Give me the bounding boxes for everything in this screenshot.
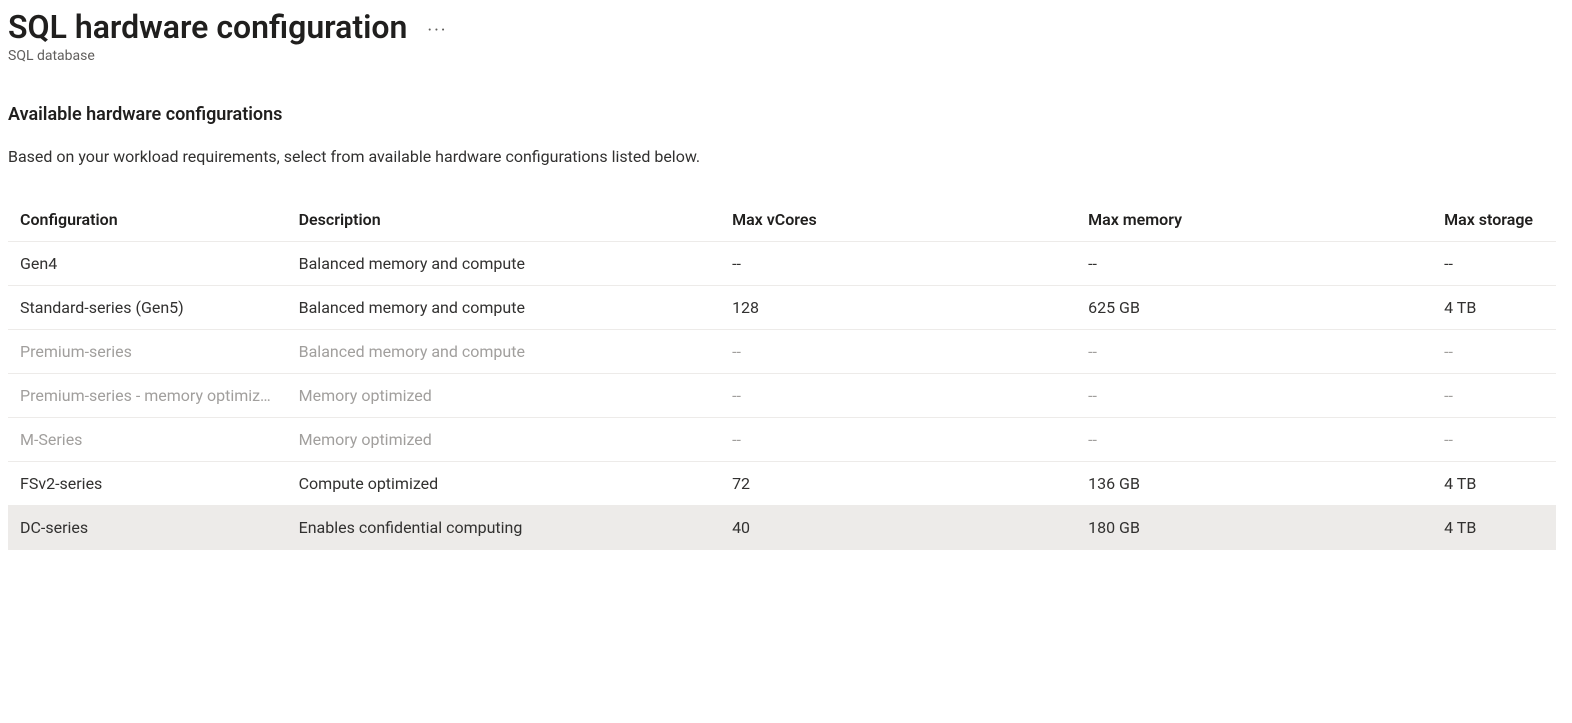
hardware-config-table: Configuration Description Max vCores Max… <box>8 200 1556 550</box>
cell-config: DC-series <box>8 506 287 550</box>
cell-memory: 180 GB <box>1076 506 1432 550</box>
cell-desc: Memory optimized <box>287 418 720 462</box>
col-header-memory[interactable]: Max memory <box>1076 200 1432 242</box>
page-subtitle: SQL database <box>8 48 1556 64</box>
cell-memory: -- <box>1076 374 1432 418</box>
cell-storage: 4 TB <box>1432 286 1556 330</box>
cell-vcores: -- <box>720 242 1076 286</box>
cell-config: Premium-series <box>8 330 287 374</box>
cell-memory: -- <box>1076 242 1432 286</box>
cell-storage: -- <box>1432 242 1556 286</box>
cell-config: FSv2-series <box>8 462 287 506</box>
col-header-storage[interactable]: Max storage <box>1432 200 1556 242</box>
cell-storage: 4 TB <box>1432 462 1556 506</box>
more-icon[interactable]: ··· <box>427 14 447 41</box>
cell-vcores: -- <box>720 374 1076 418</box>
cell-vcores: 72 <box>720 462 1076 506</box>
cell-storage: -- <box>1432 330 1556 374</box>
cell-vcores: -- <box>720 330 1076 374</box>
cell-storage: -- <box>1432 374 1556 418</box>
table-row[interactable]: Gen4Balanced memory and compute------ <box>8 242 1556 286</box>
table-row[interactable]: Premium-seriesBalanced memory and comput… <box>8 330 1556 374</box>
table-row[interactable]: M-SeriesMemory optimized------ <box>8 418 1556 462</box>
col-header-desc[interactable]: Description <box>287 200 720 242</box>
section-title: Available hardware configurations <box>8 104 1556 125</box>
table-row[interactable]: Premium-series - memory optimizedMemory … <box>8 374 1556 418</box>
cell-vcores: 128 <box>720 286 1076 330</box>
cell-memory: 625 GB <box>1076 286 1432 330</box>
cell-config: Gen4 <box>8 242 287 286</box>
cell-config: M-Series <box>8 418 287 462</box>
cell-memory: -- <box>1076 330 1432 374</box>
cell-desc: Enables confidential computing <box>287 506 720 550</box>
cell-vcores: 40 <box>720 506 1076 550</box>
table-row[interactable]: DC-seriesEnables confidential computing4… <box>8 506 1556 550</box>
table-row[interactable]: Standard-series (Gen5)Balanced memory an… <box>8 286 1556 330</box>
cell-storage: -- <box>1432 418 1556 462</box>
section-description: Based on your workload requirements, sel… <box>8 147 1556 166</box>
cell-desc: Balanced memory and compute <box>287 286 720 330</box>
cell-memory: 136 GB <box>1076 462 1432 506</box>
cell-vcores: -- <box>720 418 1076 462</box>
col-header-config[interactable]: Configuration <box>8 200 287 242</box>
cell-desc: Balanced memory and compute <box>287 330 720 374</box>
cell-memory: -- <box>1076 418 1432 462</box>
col-header-vcores[interactable]: Max vCores <box>720 200 1076 242</box>
cell-desc: Compute optimized <box>287 462 720 506</box>
cell-desc: Memory optimized <box>287 374 720 418</box>
page-title: SQL hardware configuration <box>8 8 407 46</box>
table-row[interactable]: FSv2-seriesCompute optimized72136 GB4 TB <box>8 462 1556 506</box>
cell-desc: Balanced memory and compute <box>287 242 720 286</box>
cell-config: Premium-series - memory optimized <box>8 374 287 418</box>
cell-storage: 4 TB <box>1432 506 1556 550</box>
cell-config: Standard-series (Gen5) <box>8 286 287 330</box>
